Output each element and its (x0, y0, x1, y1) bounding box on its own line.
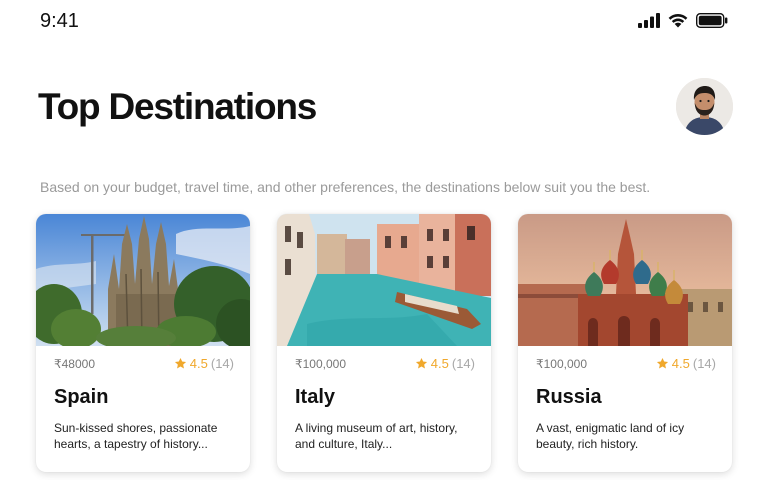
battery-icon (696, 12, 728, 28)
star-icon (656, 357, 668, 369)
destination-card-spain[interactable]: ₹48000 4.5 (14) Spain Sun-kissed shores,… (36, 214, 250, 472)
price: ₹100,000 (295, 356, 347, 371)
status-icons (638, 12, 728, 28)
avatar-image (676, 78, 733, 135)
rating-count: (14) (210, 356, 234, 371)
destination-name: Italy (295, 386, 336, 408)
destination-description: A living museum of art, history, and cul… (295, 421, 458, 451)
page-subtitle: Based on your budget, travel time, and o… (40, 179, 651, 195)
venice-canal-photo (277, 214, 491, 346)
rating-value: 4.5 (430, 356, 449, 371)
destination-description: A vast, enigmatic land of icy beauty, ri… (536, 421, 685, 451)
star-icon (174, 357, 186, 369)
sagrada-familia-photo (36, 214, 250, 346)
page-title: Top Destinations (38, 86, 317, 127)
price: ₹100,000 (536, 356, 588, 371)
destination-cards: ₹48000 4.5 (14) Spain Sun-kissed shores,… (36, 214, 732, 472)
destination-card-russia[interactable]: ₹100,000 4.5 (14) Russia A vast, enigmat… (518, 214, 732, 472)
price: ₹48000 (54, 356, 96, 371)
card-meta: ₹100,000 4.5 (14) (536, 356, 716, 371)
rating-count: (14) (692, 356, 716, 371)
user-avatar[interactable] (676, 78, 733, 135)
destination-name: Russia (536, 386, 602, 408)
destination-description: Sun-kissed shores, passionate hearts, a … (54, 421, 218, 451)
card-meta: ₹100,000 4.5 (14) (295, 356, 475, 371)
destination-name: Spain (54, 386, 109, 408)
card-meta: ₹48000 4.5 (14) (54, 356, 234, 371)
destination-card-italy[interactable]: ₹100,000 4.5 (14) Italy A living museum … (277, 214, 491, 472)
star-icon (415, 357, 427, 369)
rating: 4.5 (14) (174, 356, 234, 371)
st-basils-cathedral-photo (518, 214, 732, 346)
wifi-icon (668, 14, 688, 28)
rating: 4.5 (14) (415, 356, 475, 371)
rating-value: 4.5 (189, 356, 208, 371)
rating-value: 4.5 (671, 356, 690, 371)
status-time: 9:41 (40, 10, 79, 32)
rating: 4.5 (14) (656, 356, 716, 371)
rating-count: (14) (451, 356, 475, 371)
cellular-signal-icon (638, 12, 660, 28)
status-bar: 9:41 (0, 0, 768, 44)
